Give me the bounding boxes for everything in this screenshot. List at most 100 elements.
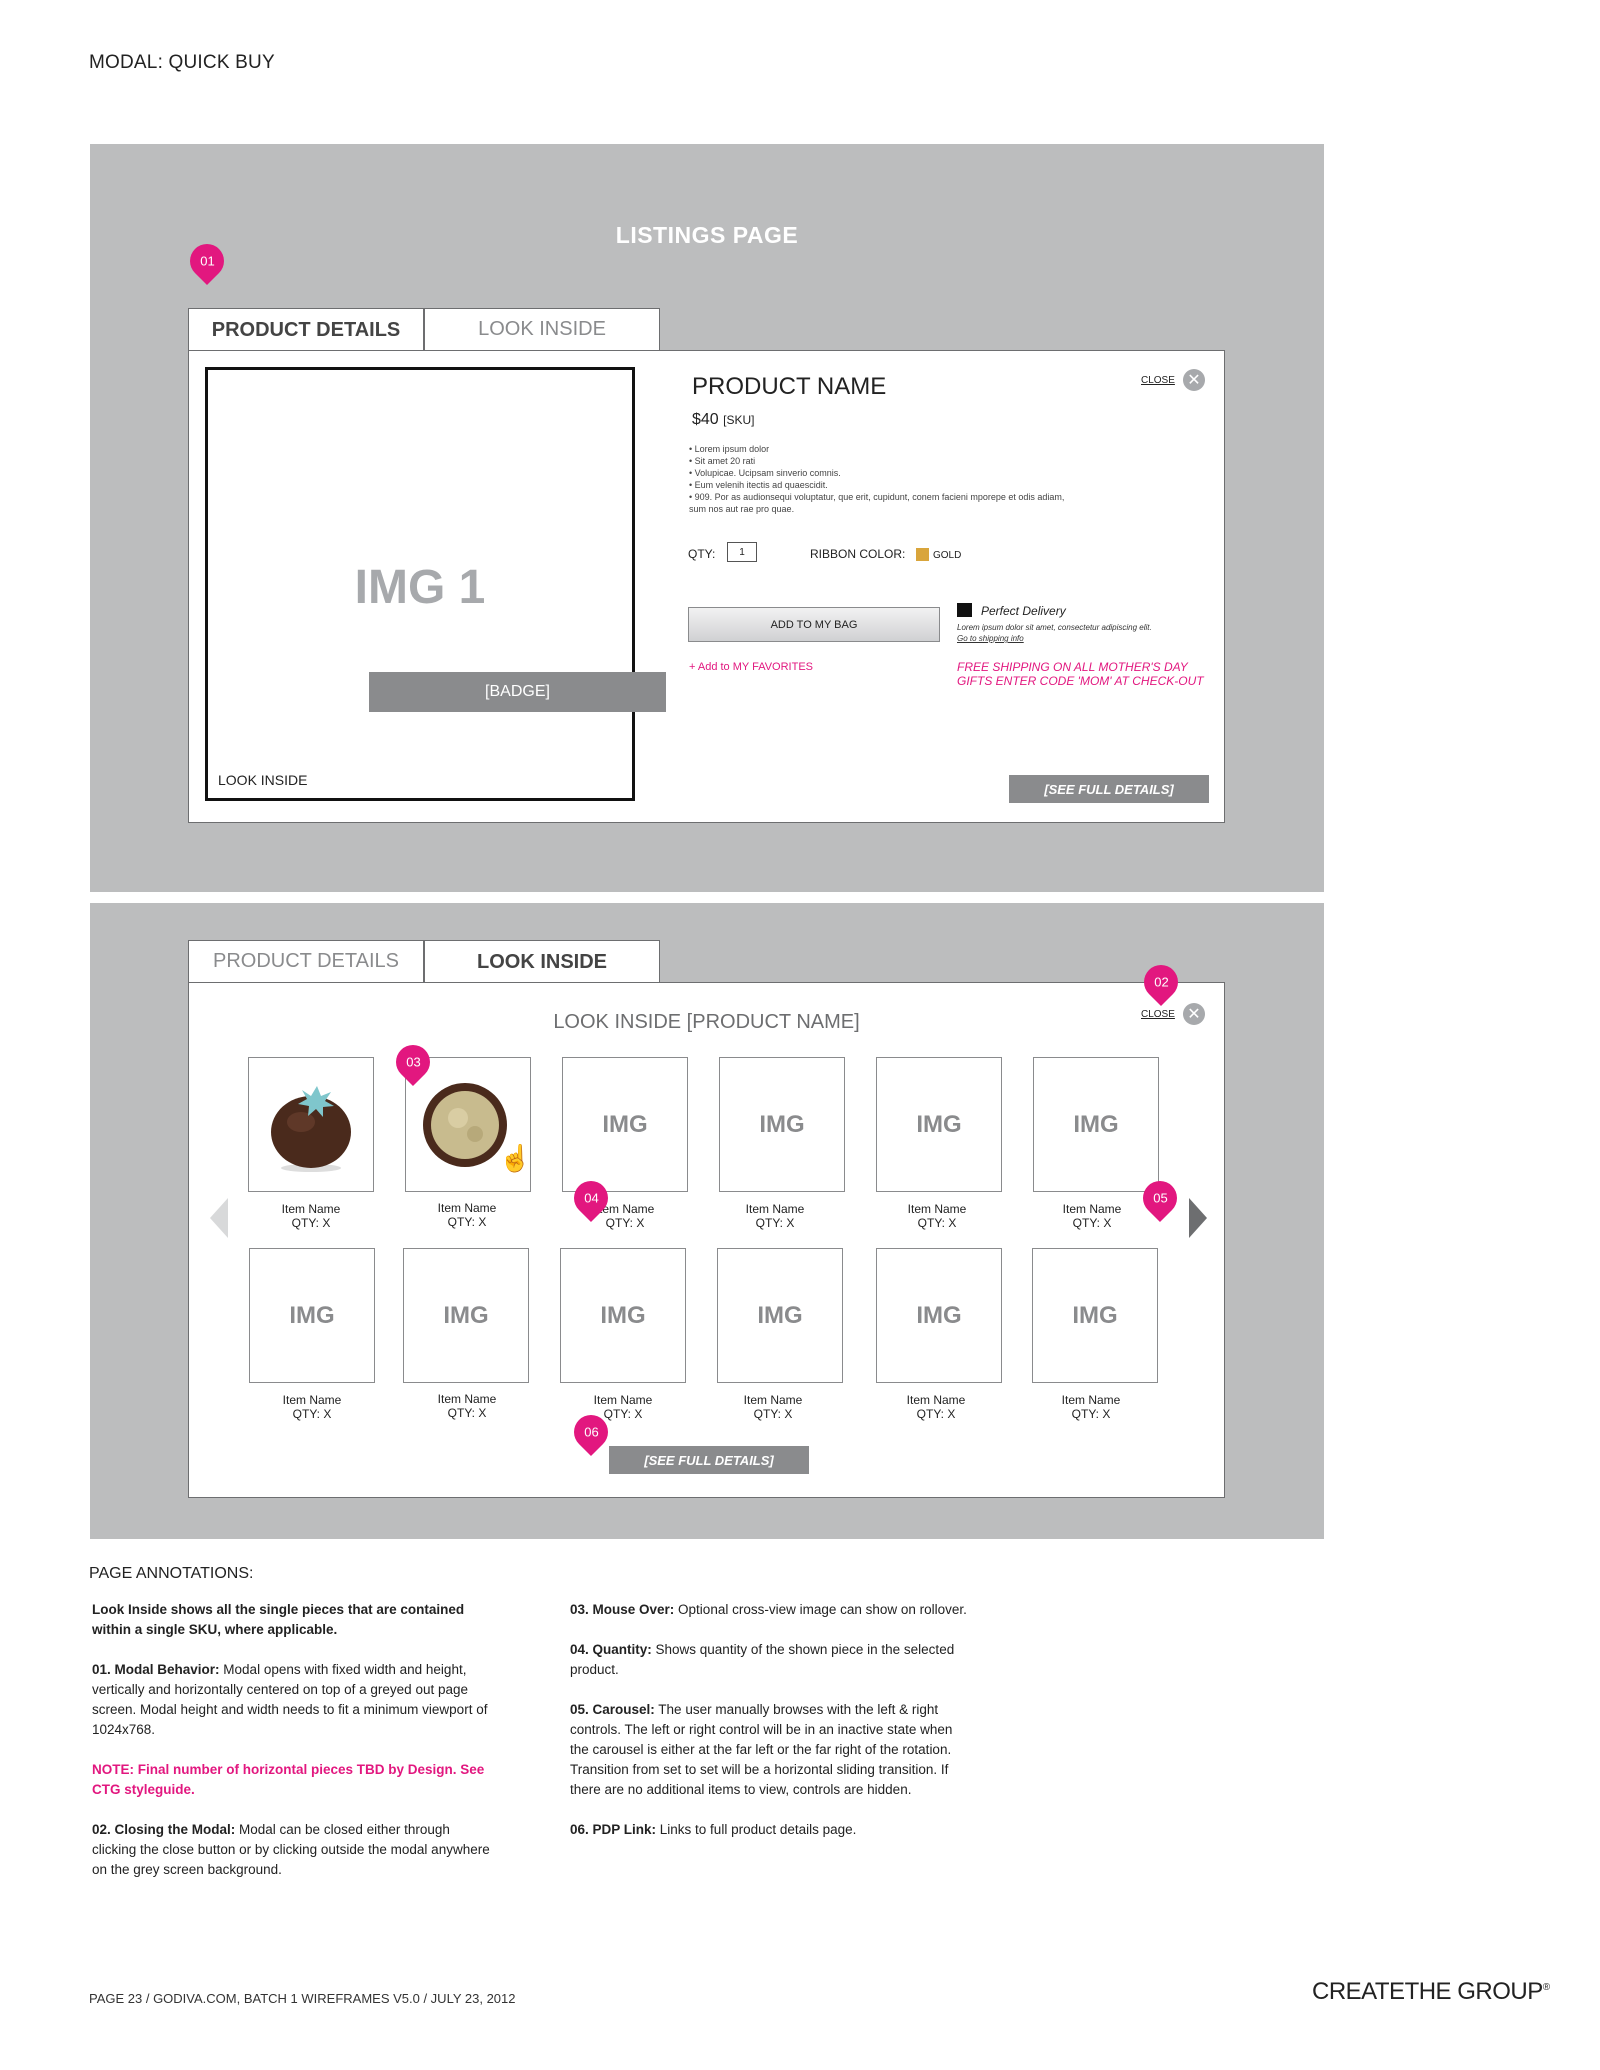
piece-caption: Item Name QTY: X [698, 1393, 848, 1421]
annotation-03-body: Optional cross-view image can show on ro… [674, 1602, 967, 1617]
item-qty: QTY: X [292, 1407, 332, 1421]
piece-thumbnail[interactable] [248, 1057, 374, 1192]
piece-caption: Item Name QTY: X [550, 1202, 700, 1230]
piece-thumbnail[interactable]: IMG [876, 1248, 1002, 1383]
carousel-left-arrow-icon[interactable] [210, 1198, 228, 1238]
annotation-note: NOTE: Final number of horizontal pieces … [92, 1762, 485, 1797]
item-name: Item Name [595, 1202, 655, 1216]
item-qty: QTY: X [603, 1407, 643, 1421]
qty-label: QTY: [688, 547, 716, 561]
annotation-05-heading: 05. Carousel: [570, 1702, 655, 1717]
annotation-06-heading: 06. PDP Link: [570, 1822, 657, 1837]
product-description: • Lorem ipsum dolor • Sit amet 20 rati •… [689, 443, 1129, 515]
product-image-placeholder: IMG 1 [354, 561, 486, 614]
product-price: $40 [SKU] [692, 411, 755, 429]
description-line: • Sit amet 20 rati [689, 456, 756, 466]
ribbon-color-swatch[interactable] [916, 548, 929, 561]
item-qty: QTY: X [916, 1407, 956, 1421]
close-icon[interactable]: ✕ [1182, 1003, 1205, 1025]
hand-cursor-icon: ☝ [499, 1143, 532, 1173]
close-label[interactable]: CLOSE [1141, 375, 1175, 386]
item-name: Item Name [907, 1202, 967, 1216]
description-line: • 909. Por as audionsequi voluptatur, qu… [689, 492, 1065, 502]
piece-caption: Item Name QTY: X [1016, 1393, 1166, 1421]
annotation-06-body: Links to full product details page. [656, 1822, 857, 1837]
add-to-favorites-link[interactable]: + Add to MY FAVORITES [689, 661, 813, 673]
item-qty: QTY: X [447, 1215, 487, 1229]
piece-caption: Item Name QTY: X [392, 1201, 542, 1229]
piece-thumbnail[interactable]: IMG [719, 1057, 845, 1192]
piece-caption: Item Name QTY: X [236, 1202, 386, 1230]
tab-product-details[interactable]: PRODUCT DETAILS [188, 940, 424, 983]
item-qty: QTY: X [605, 1216, 645, 1230]
tab-product-details[interactable]: PRODUCT DETAILS [188, 308, 424, 351]
item-qty: QTY: X [917, 1216, 957, 1230]
piece-thumbnail[interactable]: IMG [403, 1248, 529, 1383]
piece-caption: Item Name QTY: X [548, 1393, 698, 1421]
item-qty: QTY: X [1071, 1407, 1111, 1421]
close-icon[interactable]: ✕ [1182, 369, 1205, 391]
image-placeholder: IMG [757, 1301, 803, 1329]
image-placeholder: IMG [600, 1301, 646, 1329]
see-full-details-button[interactable]: [SEE FULL DETAILS] [609, 1446, 809, 1474]
carousel-right-arrow-icon[interactable] [1189, 1198, 1207, 1238]
image-placeholder: IMG [759, 1110, 805, 1138]
look-inside-panel: PRODUCT DETAILS LOOK INSIDE LOOK INSIDE … [90, 903, 1324, 1539]
item-name: Item Name [282, 1393, 342, 1407]
item-qty: QTY: X [447, 1406, 487, 1420]
annotations-left-column: Look Inside shows all the single pieces … [92, 1600, 492, 1900]
piece-caption: Item Name QTY: X [392, 1392, 542, 1420]
ribbon-color-label: RIBBON COLOR: [810, 547, 906, 561]
annotation-01-heading: 01. Modal Behavior: [92, 1662, 220, 1677]
piece-caption: Item Name QTY: X [700, 1202, 850, 1230]
close-button[interactable]: CLOSE ✕ [1141, 369, 1205, 391]
qty-input[interactable]: 1 [727, 542, 757, 562]
delivery-title: Perfect Delivery [981, 604, 1066, 618]
description-line: • Lorem ipsum dolor [689, 444, 770, 454]
annotations-title: PAGE ANNOTATIONS: [89, 1565, 254, 1582]
annotation-02-heading: 02. Closing the Modal: [92, 1822, 236, 1837]
description-line: sum nos aut rae pro quae. [689, 504, 795, 514]
piece-thumbnail[interactable]: IMG [560, 1248, 686, 1383]
piece-thumbnail[interactable]: IMG [249, 1248, 375, 1383]
item-name: Item Name [437, 1201, 497, 1215]
image-placeholder: IMG [289, 1301, 335, 1329]
piece-thumbnail[interactable]: IMG [717, 1248, 843, 1383]
item-name: Item Name [281, 1202, 341, 1216]
piece-caption: Item Name QTY: X [861, 1393, 1011, 1421]
close-label[interactable]: CLOSE [1141, 1009, 1175, 1020]
image-placeholder: IMG [916, 1110, 962, 1138]
piece-thumbnail[interactable]: IMG [562, 1057, 688, 1192]
look-inside-link[interactable]: LOOK INSIDE [218, 772, 307, 788]
item-qty: QTY: X [755, 1216, 795, 1230]
piece-thumbnail[interactable]: IMG [1032, 1248, 1158, 1383]
logo-registered-mark: ® [1542, 1982, 1550, 1993]
item-name: Item Name [1061, 1393, 1121, 1407]
image-placeholder: IMG [602, 1110, 648, 1138]
item-qty: QTY: X [753, 1407, 793, 1421]
product-badge: [BADGE] [369, 672, 666, 712]
item-name: Item Name [745, 1202, 805, 1216]
close-button[interactable]: CLOSE ✕ [1141, 1003, 1205, 1025]
item-name: Item Name [437, 1392, 497, 1406]
shipping-info-link[interactable]: Go to shipping info [957, 634, 1024, 643]
listings-page-title: LISTINGS PAGE [615, 222, 799, 248]
image-placeholder: IMG [1073, 1110, 1119, 1138]
company-logo: CREATETHE GROUP® [1312, 1978, 1550, 2006]
gift-bag-icon [957, 603, 972, 617]
image-placeholder: IMG [443, 1301, 489, 1329]
tab-look-inside[interactable]: LOOK INSIDE [424, 940, 660, 983]
look-inside-title: LOOK INSIDE [PRODUCT NAME] [553, 1011, 860, 1033]
tab-look-inside[interactable]: LOOK INSIDE [424, 308, 660, 351]
piece-thumbnail[interactable]: IMG [1033, 1057, 1159, 1192]
annotation-04-heading: 04. Quantity: [570, 1642, 652, 1657]
price-value: $40 [692, 411, 719, 428]
item-qty: QTY: X [1072, 1216, 1112, 1230]
ribbon-color-value[interactable]: GOLD [933, 550, 961, 561]
description-line: • Volupicae. Ucipsam sinverio comnis. [689, 468, 841, 478]
piece-thumbnail[interactable]: IMG [876, 1057, 1002, 1192]
annotation-03-heading: 03. Mouse Over: [570, 1602, 675, 1617]
see-full-details-button[interactable]: [SEE FULL DETAILS] [1009, 775, 1209, 803]
add-to-bag-button[interactable]: ADD TO MY BAG [688, 607, 940, 642]
page-footer: PAGE 23 / GODIVA.COM, BATCH 1 WIREFRAMES… [89, 1991, 516, 2006]
